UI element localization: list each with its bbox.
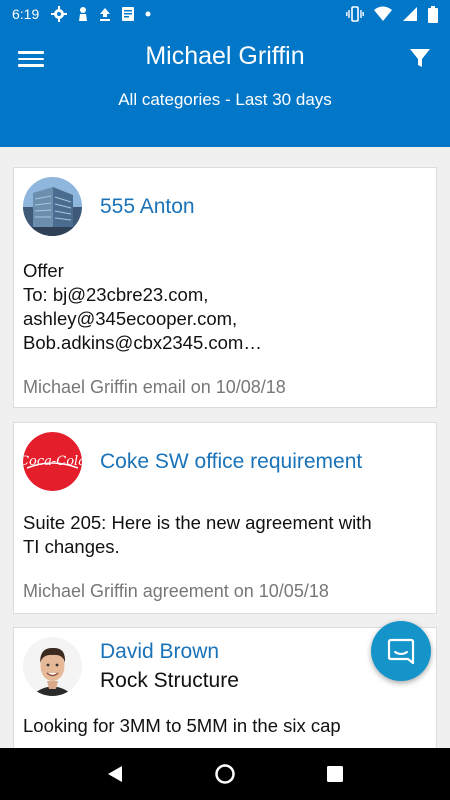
signal-icon	[403, 7, 417, 21]
status-time: 6:19	[12, 6, 40, 22]
contact-name[interactable]: David Brown	[100, 638, 239, 666]
svg-text:Coca-Cola: Coca-Cola	[23, 454, 82, 469]
card-meta: Michael Griffin agreement on 10/05/18	[23, 581, 329, 601]
contact-photo	[23, 637, 82, 696]
body-line: ashley@345ecooper.com,	[23, 308, 238, 329]
document-icon	[122, 7, 135, 21]
filter-summary[interactable]: All categories - Last 30 days	[0, 90, 450, 110]
status-right-icons	[346, 5, 438, 23]
status-icons	[51, 6, 151, 22]
contact-company: Rock Structure	[100, 668, 239, 692]
body-line: Bob.adkins@cbx2345.com…	[23, 332, 262, 353]
back-icon	[108, 766, 122, 782]
filter-icon[interactable]	[408, 46, 432, 70]
body-line: TI changes.	[23, 536, 120, 557]
card-body: Offer To: bj@23cbre23.com, ashley@345eco…	[14, 259, 436, 355]
card-body: Suite 205: Here is the new agreement wit…	[14, 511, 436, 559]
feed-card[interactable]: Coca-Cola Coke SW office requirement Sui…	[13, 422, 437, 614]
back-button[interactable]	[100, 759, 130, 789]
battery-icon	[428, 5, 438, 23]
gear-icon	[51, 6, 68, 22]
company-logo: Coca-Cola	[23, 432, 82, 491]
body-line: Offer	[23, 260, 64, 281]
chat-icon	[387, 638, 415, 665]
app-header: Michael Griffin All categories - Last 30…	[0, 28, 450, 147]
download-icon	[100, 8, 111, 21]
card-meta: Michael Griffin email on 10/08/18	[23, 377, 286, 397]
recents-icon	[327, 766, 343, 782]
system-nav-bar	[0, 748, 450, 800]
card-title[interactable]: 555 Anton	[100, 195, 195, 219]
home-button[interactable]	[210, 759, 240, 789]
card-header: Coca-Cola Coke SW office requirement	[14, 423, 436, 491]
feed-card[interactable]: 555 Anton Offer To: bj@23cbre23.com, ash…	[13, 167, 437, 408]
body-line: To: bj@23cbre23.com,	[23, 284, 209, 305]
card-title[interactable]: Coke SW office requirement	[100, 450, 362, 474]
status-bar: 6:19	[0, 0, 450, 28]
property-photo	[23, 177, 82, 236]
vibrate-icon	[346, 6, 364, 22]
body-line: Looking for 3MM to 5MM in the six cap	[23, 715, 341, 736]
wifi-icon	[374, 6, 392, 21]
page-title: Michael Griffin	[145, 42, 305, 70]
home-icon	[215, 764, 235, 784]
contact-info: David Brown Rock Structure	[100, 638, 239, 696]
chat-button[interactable]	[371, 621, 431, 681]
dot-icon	[145, 11, 151, 17]
card-body: Looking for 3MM to 5MM in the six cap	[14, 714, 436, 738]
recents-button[interactable]	[320, 759, 350, 789]
chess-pawn-icon	[79, 7, 88, 21]
card-header: 555 Anton	[14, 168, 436, 236]
body-line: Suite 205: Here is the new agreement wit…	[23, 512, 372, 533]
